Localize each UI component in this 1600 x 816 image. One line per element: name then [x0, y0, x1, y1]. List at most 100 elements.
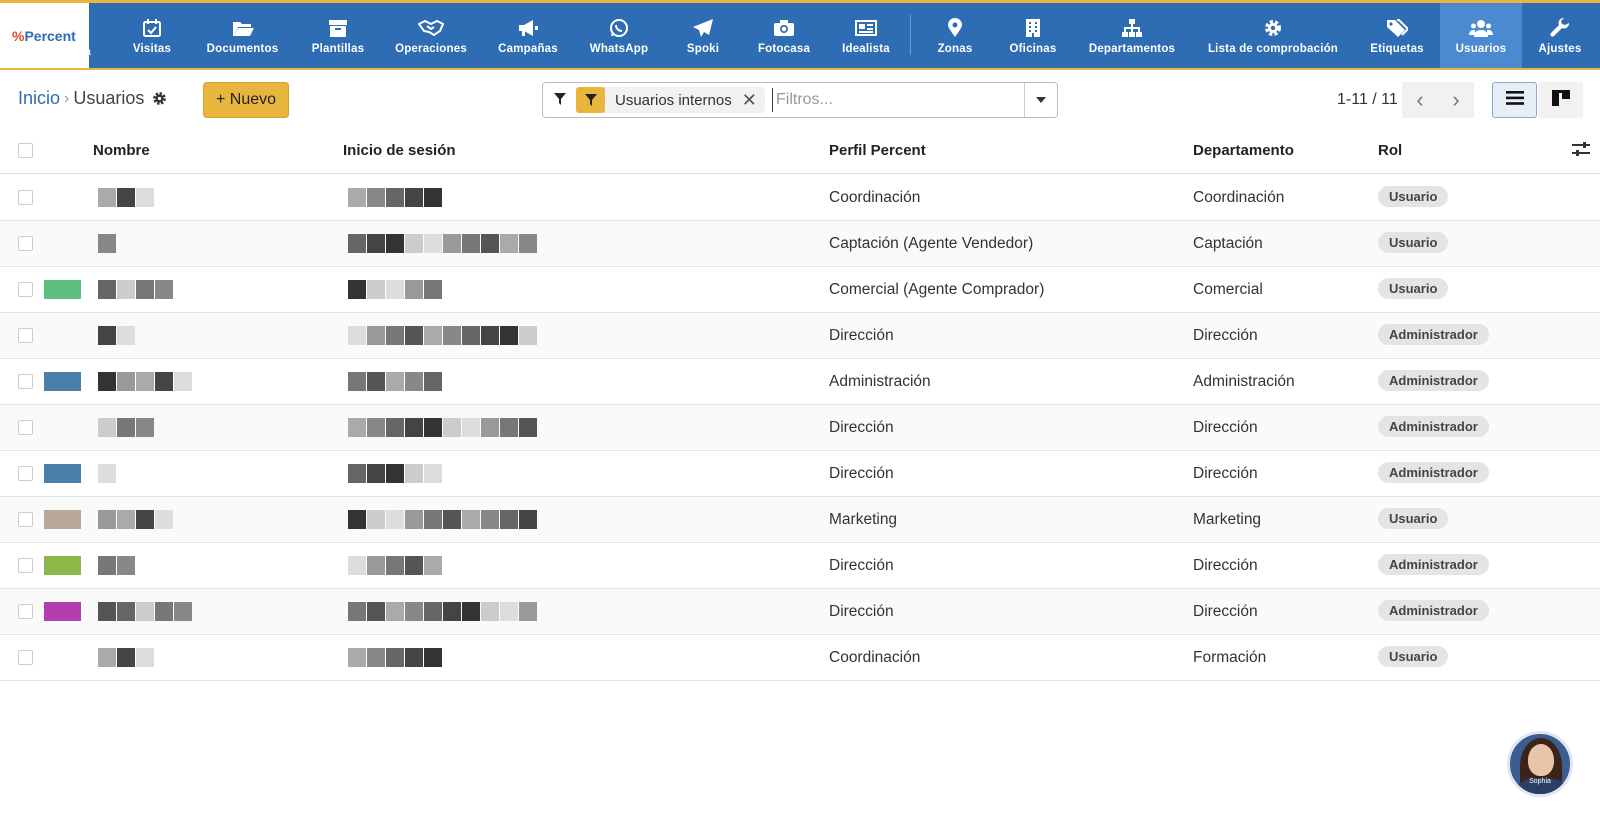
- nav-item-campanas[interactable]: Campañas: [497, 3, 559, 68]
- row-checkbox[interactable]: [18, 328, 33, 343]
- table-row[interactable]: Marketing Marketing Usuario: [0, 497, 1600, 543]
- redaction-block: [348, 648, 366, 667]
- row-checkbox[interactable]: [18, 604, 33, 619]
- redaction-block: [443, 418, 461, 437]
- nav-item-plantillas[interactable]: Plantillas: [310, 3, 366, 68]
- nav-item-zonas[interactable]: Zonas: [936, 3, 974, 68]
- cell-profile: Marketing: [829, 511, 898, 528]
- redaction-block: [386, 188, 404, 207]
- row-checkbox[interactable]: [18, 558, 33, 573]
- nav-item-etiquetas[interactable]: Etiquetas: [1368, 3, 1426, 68]
- page-title: Usuarios: [73, 88, 145, 108]
- redacted-name: [88, 269, 263, 311]
- nav-label: Departamentos: [1088, 43, 1176, 55]
- redacted-name: [88, 315, 263, 357]
- column-settings-icon[interactable]: [1572, 141, 1590, 161]
- cell-department: Dirección: [1193, 419, 1258, 436]
- nav-item-ajustes[interactable]: Ajustes: [1538, 3, 1582, 68]
- app-logo[interactable]: %Percent a: [0, 3, 91, 68]
- role-badge: Administrador: [1378, 554, 1489, 575]
- row-checkbox[interactable]: [18, 512, 33, 527]
- breadcrumb-home-link[interactable]: Inicio: [18, 88, 60, 109]
- redacted-login: [328, 453, 680, 495]
- nav-item-usuarios[interactable]: Usuarios: [1440, 3, 1522, 68]
- search-input[interactable]: [772, 88, 1017, 112]
- cell-profile: Dirección: [829, 603, 894, 620]
- table-row[interactable]: Dirección Dirección Administrador: [0, 451, 1600, 497]
- row-checkbox[interactable]: [18, 420, 33, 435]
- list-view-button[interactable]: [1492, 82, 1537, 118]
- whatsapp-icon: [609, 16, 629, 40]
- pager-range[interactable]: 1-11 / 11: [1337, 91, 1398, 109]
- nav-label: Idealista: [842, 43, 890, 55]
- nav-label: Ajustes: [1538, 43, 1582, 55]
- table-row[interactable]: Dirección Dirección Administrador: [0, 313, 1600, 359]
- assistant-avatar[interactable]: Sophia: [1507, 731, 1573, 797]
- nav-item-idealista[interactable]: Idealista: [840, 3, 892, 68]
- column-header-role[interactable]: Rol: [1378, 142, 1402, 159]
- row-checkbox[interactable]: [18, 282, 33, 297]
- pager-next-button[interactable]: ›: [1438, 82, 1474, 118]
- filter-icon[interactable]: [553, 92, 567, 111]
- nav-item-departamentos[interactable]: Departamentos: [1087, 3, 1177, 68]
- table-row[interactable]: Comercial (Agente Comprador) Comercial Usu…: [0, 267, 1600, 313]
- redaction-block: [386, 510, 404, 529]
- row-checkbox[interactable]: [18, 374, 33, 389]
- select-all-checkbox[interactable]: [18, 143, 33, 158]
- table-row[interactable]: Coordinación Coordinación Usuario: [0, 175, 1600, 221]
- nav-item-lista-comprobacion[interactable]: Lista de comprobación: [1207, 3, 1339, 68]
- column-header-login[interactable]: Inicio de sesión: [343, 142, 456, 159]
- wrench-icon: [1550, 16, 1570, 40]
- pager-prev-button[interactable]: ‹: [1402, 82, 1438, 118]
- table-row[interactable]: Dirección Dirección Administrador: [0, 543, 1600, 589]
- redacted-login: [328, 591, 680, 633]
- kanban-view-button[interactable]: [1538, 82, 1583, 118]
- row-checkbox[interactable]: [18, 466, 33, 481]
- new-button[interactable]: + Nuevo: [203, 82, 289, 118]
- role-badge: Usuario: [1378, 646, 1449, 667]
- table-row[interactable]: Captación (Agente Vendedor) Captación Usua…: [0, 221, 1600, 267]
- nav-item-visitas[interactable]: Visitas: [130, 3, 174, 68]
- row-checkbox[interactable]: [18, 190, 33, 205]
- redaction-block: [405, 418, 423, 437]
- nav-item-spoki[interactable]: Spoki: [685, 3, 721, 68]
- table-row[interactable]: Dirección Dirección Administrador: [0, 589, 1600, 635]
- redacted-name: [88, 453, 263, 495]
- redaction-block: [348, 510, 366, 529]
- redaction-block: [481, 234, 499, 253]
- redaction-block: [462, 602, 480, 621]
- row-checkbox[interactable]: [18, 236, 33, 251]
- nav-item-oficinas[interactable]: Oficinas: [1008, 3, 1058, 68]
- redaction-block: [348, 602, 366, 621]
- redacted-name: [88, 361, 263, 403]
- redaction-block: [405, 234, 423, 253]
- redaction-block: [98, 648, 116, 667]
- redaction-block: [348, 418, 366, 437]
- nav-item-documentos[interactable]: Documentos: [205, 3, 280, 68]
- redaction-block: [174, 372, 192, 391]
- table-row[interactable]: Administración Administración Administrado…: [0, 359, 1600, 405]
- facet-remove-button[interactable]: ✕: [742, 90, 765, 111]
- nav-item-fotocasa[interactable]: Fotocasa: [757, 3, 811, 68]
- table-row[interactable]: Coordinación Formación Usuario: [0, 635, 1600, 681]
- breadcrumb-separator: ›: [64, 89, 70, 107]
- table-row[interactable]: Dirección Dirección Administrador: [0, 405, 1600, 451]
- redaction-block: [155, 510, 173, 529]
- column-header-department[interactable]: Departamento: [1193, 142, 1294, 159]
- redaction-block: [386, 234, 404, 253]
- chevron-down-icon[interactable]: [1024, 83, 1057, 117]
- nav-label: Oficinas: [1009, 43, 1057, 55]
- nav-item-operaciones[interactable]: Operaciones: [394, 3, 468, 68]
- gear-icon[interactable]: [152, 91, 167, 106]
- redaction-block: [136, 602, 154, 621]
- redaction-block: [155, 372, 173, 391]
- row-checkbox[interactable]: [18, 650, 33, 665]
- redaction-block: [405, 372, 423, 391]
- nav-item-whatsapp[interactable]: WhatsApp: [589, 3, 649, 68]
- redaction-block: [136, 510, 154, 529]
- redaction-block: [386, 372, 404, 391]
- redaction-block: [117, 556, 135, 575]
- redaction-block: [136, 188, 154, 207]
- column-header-name[interactable]: Nombre: [93, 142, 150, 159]
- column-header-profile[interactable]: Perfil Percent: [829, 142, 926, 159]
